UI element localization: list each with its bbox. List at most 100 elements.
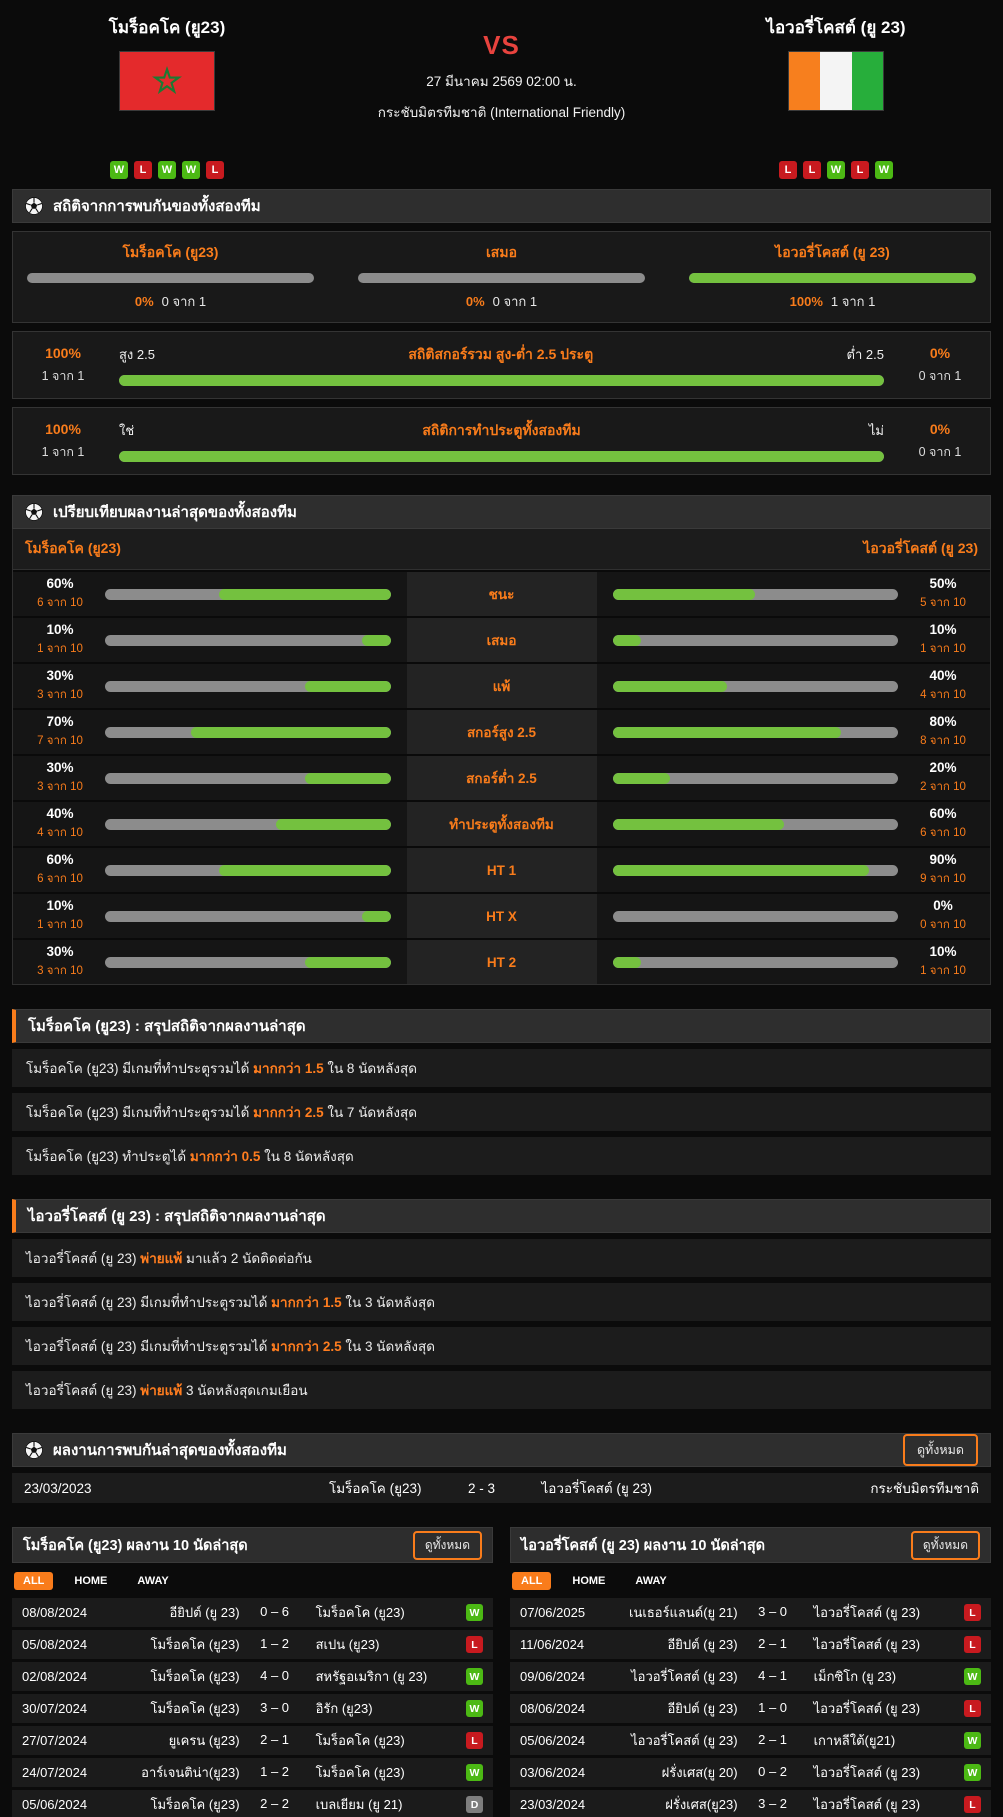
ou-left-stats: 100% 1 จาก 1: [41, 344, 85, 383]
home-team: โมร็อคโค (ยู23): [329, 1481, 422, 1496]
home-stat-bar: [105, 680, 391, 692]
recent-form-tables: โมร็อคโค (ยู23) ผลงาน 10 นัดล่าสุด ดูทั้…: [12, 1527, 991, 1817]
home-side: 10% 1 จาก 10: [13, 618, 407, 662]
filter-tab[interactable]: ALL: [14, 1572, 54, 1590]
form-result-badge: W: [158, 161, 176, 179]
away-percent: 40%: [929, 668, 957, 683]
form-result-badge: W: [182, 161, 200, 179]
stat-label: สกอร์สูง 2.5: [406, 710, 597, 754]
away-side: 20% 2 จาก 10: [597, 756, 991, 800]
match-row: 27/07/2024 ยูเครน (ยู23) 2 – 1 โมร็อคโค …: [12, 1726, 493, 1755]
home-team: ฝรั่งเศส(ยู23): [665, 1797, 738, 1812]
match-competition: กระชับมิตรทีมชาติ: [870, 1481, 979, 1496]
h2h-over-under-panel: 100% 1 จาก 1 สูง 2.5 สถิติสกอร์รวม สูง-ต…: [12, 331, 991, 399]
section-title: ผลงานการพบกันล่าสุดของทั้งสองทีม: [53, 1442, 287, 1459]
h2h-match-row: 23/03/2023 โมร็อคโค (ยู23) 2 - 3 ไอวอรี่…: [12, 1473, 991, 1503]
home-count: 1 จาก 10: [37, 919, 83, 931]
summary-row: โมร็อคโค (ยู23) มีเกมที่ทำประตูรวมได้ มา…: [12, 1049, 991, 1087]
match-date: 05/08/2024: [22, 1637, 88, 1652]
home-percent: 30%: [46, 944, 74, 959]
match-date: 11/06/2024: [520, 1637, 585, 1652]
match-date: 08/08/2024: [22, 1605, 88, 1620]
comparison-home-name: โมร็อคโค (ยู23): [25, 540, 121, 556]
match-row: 03/06/2024 ฝรั่งเศส(ยู 20) 0 – 2 ไอวอรี่…: [510, 1758, 991, 1787]
home-count: 3 จาก 10: [37, 689, 83, 701]
home-percent: 10%: [46, 622, 74, 637]
match-score: 1 – 2: [260, 1764, 290, 1780]
stat-bar: [27, 273, 314, 283]
highlight-text: พ่ายแพ้: [140, 1251, 183, 1266]
away-stat-bar: [612, 864, 898, 876]
away-team: เม็กซิโก (ยู 23): [813, 1669, 897, 1684]
btts-no-label: ไม่: [868, 423, 884, 438]
away-percent: 90%: [929, 852, 957, 867]
comparison-row: 60% 6 จาก 10 HT 1 90% 9 จาก 10: [13, 846, 990, 892]
stat-bar: [358, 273, 645, 283]
away-side: 40% 4 จาก 10: [597, 664, 991, 708]
away-stat-bar: [612, 680, 898, 692]
match-row: 30/07/2024 โมร็อคโค (ยู23) 3 – 0 อิรัก (…: [12, 1694, 493, 1723]
form-result-badge: L: [206, 161, 224, 179]
home-team: โมร็อคโค (ยู23): [150, 1701, 240, 1716]
stat-label: แพ้: [406, 664, 597, 708]
home-stat-bar: [105, 956, 391, 968]
match-date: 03/06/2024: [520, 1765, 586, 1780]
summary-row: ไอวอรี่โคสต์ (ยู 23) พ่ายแพ้ 3 นัดหลังสุ…: [12, 1371, 991, 1409]
highlight-text: มากกว่า 2.5: [253, 1105, 324, 1120]
vs-label: VS: [483, 30, 520, 60]
away-count: 1 จาก 10: [920, 965, 966, 977]
home-stat-bar: [105, 726, 391, 738]
h2h-stats-header: สถิติจากการพบกันของทั้งสองทีม: [12, 189, 991, 223]
match-row: 07/06/2025 เนเธอร์แลนด์(ยู 21) 3 – 0 ไอว…: [510, 1598, 991, 1627]
h2h-btts-panel: 100% 1 จาก 1 ใช่ สถิติการทำประตูทั้งสองท…: [12, 407, 991, 475]
ou-bar-area: สูง 2.5 สถิติสกอร์รวม สูง-ต่ำ 2.5 ประตู …: [119, 344, 884, 386]
stat-label: ทำประตูทั้งสองทีม: [406, 802, 597, 846]
competition-name: กระชับมิตรทีมชาติ (International Friendl…: [377, 105, 626, 120]
comparison-rows: 60% 6 จาก 10 ชนะ 50% 5 จาก 10 10% 1 จาก …: [12, 570, 991, 985]
column-label: ไอวอรี่โคสต์ (ยู 23): [775, 244, 890, 260]
home-side: 60% 6 จาก 10: [13, 848, 407, 892]
away-team-block: ไอวอรี่โคสต์ (ยู 23) LLWLW: [669, 14, 1003, 179]
match-row: 08/06/2024 อียิปต์ (ยู 23) 1 – 0 ไอวอรี่…: [510, 1694, 991, 1723]
stat-bar: [119, 451, 884, 462]
soccer-ball-icon: [25, 503, 43, 521]
home-side: 30% 3 จาก 10: [13, 756, 407, 800]
filter-tab[interactable]: AWAY: [626, 1572, 675, 1590]
home-stat-bar: [105, 864, 391, 876]
home-team: ไอวอรี่โคสต์ (ยู 23): [631, 1733, 738, 1748]
view-all-button[interactable]: ดูทั้งหมด: [910, 1530, 980, 1560]
filter-tab[interactable]: AWAY: [128, 1572, 177, 1590]
stat-label: HT 1: [406, 848, 597, 892]
home-team: โมร็อคโค (ยู23): [150, 1797, 240, 1812]
home-recent-table: โมร็อคโค (ยู23) ผลงาน 10 นัดล่าสุด ดูทั้…: [12, 1527, 493, 1817]
away-percent: 20%: [929, 760, 957, 775]
match-score: 2 – 1: [260, 1732, 290, 1748]
highlight-text: มากกว่า 0.5: [189, 1149, 261, 1164]
away-table-tabs: ALL HOME AWAY: [512, 1572, 991, 1590]
match-row: 08/08/2024 อียิปต์ (ยู 23) 0 – 6 โมร็อคโ…: [12, 1598, 493, 1627]
match-stats-page: โมร็อคโค (ยู23) WLWWL VS 27 มีนาคม 2569 …: [0, 0, 1003, 1817]
filter-tab[interactable]: HOME: [65, 1572, 116, 1590]
home-side: 40% 4 จาก 10: [13, 802, 407, 846]
away-team: ไอวอรี่โคสต์ (ยู 23): [813, 1637, 921, 1652]
comparison-row: 40% 4 จาก 10 ทำประตูทั้งสองทีม 60% 6 จาก…: [13, 800, 990, 846]
h2h-matches-header: ผลงานการพบกันล่าสุดของทั้งสองทีม ดูทั้งห…: [12, 1433, 991, 1467]
view-all-button[interactable]: ดูทั้งหมด: [902, 1434, 978, 1466]
home-summary-rows: โมร็อคโค (ยู23) มีเกมที่ทำประตูรวมได้ มา…: [0, 1049, 1003, 1175]
home-team-name: โมร็อคโค (ยู23): [108, 18, 226, 37]
comparison-away-name: ไอวอรี่โคสต์ (ยู 23): [863, 540, 978, 556]
btts-left-stats: 100% 1 จาก 1: [41, 420, 85, 459]
home-team: อียิปต์ (ยู 23): [667, 1701, 738, 1716]
away-count: 5 จาก 10: [920, 597, 966, 609]
view-all-button[interactable]: ดูทั้งหมด: [412, 1530, 482, 1560]
btts-yes-label: ใช่: [119, 423, 135, 438]
home-team: ไอวอรี่โคสต์ (ยู 23): [631, 1669, 738, 1684]
home-summary-header: โมร็อคโค (ยู23) : สรุปสถิติจากผลงานล่าสุ…: [12, 1009, 991, 1043]
match-row: 11/06/2024 อียิปต์ (ยู 23) 2 – 1 ไอวอรี่…: [510, 1630, 991, 1659]
filter-tab[interactable]: HOME: [563, 1572, 614, 1590]
home-count: 3 จาก 10: [37, 965, 83, 977]
filter-tab[interactable]: ALL: [512, 1572, 552, 1590]
summary-row: ไอวอรี่โคสต์ (ยู 23) มีเกมที่ทำประตูรวมไ…: [12, 1283, 991, 1321]
soccer-ball-icon: [25, 197, 43, 215]
match-score: 2 – 2: [260, 1796, 290, 1812]
